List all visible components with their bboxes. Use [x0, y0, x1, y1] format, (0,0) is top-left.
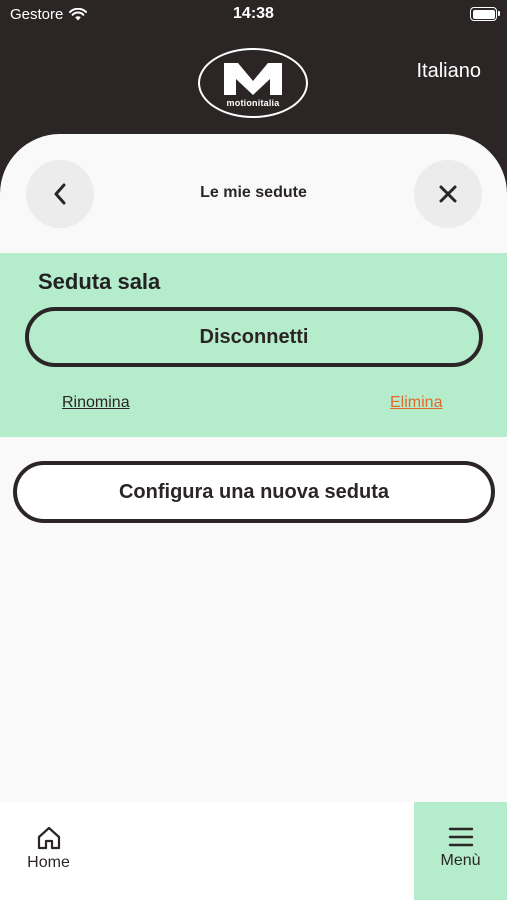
tab-menu[interactable]: Menù: [414, 802, 507, 900]
status-bar: Gestore 14:38: [0, 0, 507, 30]
battery-icon: [470, 7, 500, 21]
tab-home-label: Home: [27, 854, 70, 871]
tab-home[interactable]: Home: [2, 802, 95, 900]
delete-link[interactable]: Elimina: [390, 394, 442, 412]
close-button[interactable]: [414, 160, 482, 228]
clock: 14:38: [233, 5, 274, 22]
brand-logo: motionitalia: [198, 48, 308, 118]
session-item: Seduta sala Disconnetti Rinomina Elimina: [0, 253, 507, 437]
sessions-card: Le mie sedute Seduta sala Disconnetti Ri…: [0, 134, 507, 802]
logo-text: motionitalia: [226, 97, 280, 108]
session-name: Seduta sala: [38, 269, 161, 294]
language-selector[interactable]: Italiano: [417, 60, 482, 83]
close-icon: [439, 185, 457, 203]
new-session-button[interactable]: Configura una nuova seduta: [13, 461, 495, 523]
logo-mark: [224, 62, 282, 95]
tab-menu-label: Menù: [440, 852, 481, 869]
hamburger-icon: [448, 827, 473, 847]
disconnect-button[interactable]: Disconnetti: [25, 307, 483, 367]
rename-link[interactable]: Rinomina: [62, 394, 130, 412]
tab-bar: Home Menù: [0, 802, 507, 900]
home-icon: [37, 826, 60, 850]
